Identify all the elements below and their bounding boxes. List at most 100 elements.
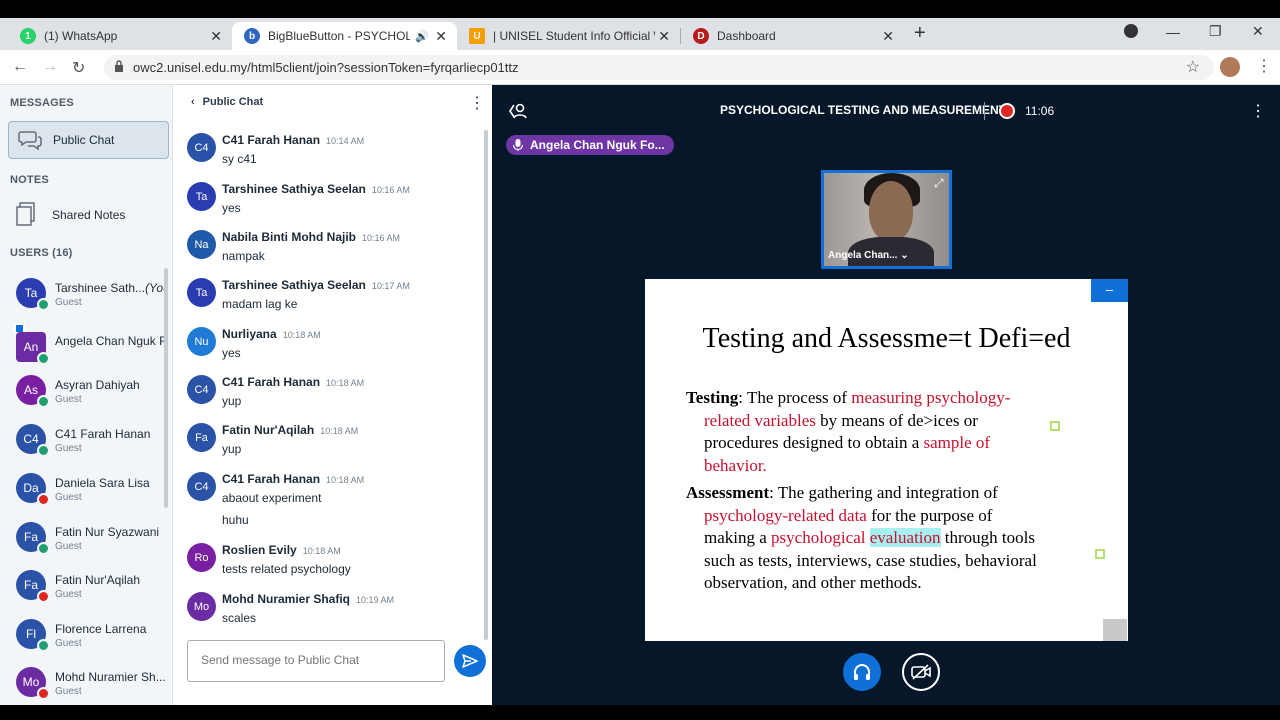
fit-to-width-icon[interactable] [1103, 619, 1127, 641]
back-icon[interactable]: ← [12, 58, 28, 76]
fullscreen-icon[interactable]: ⤢ [934, 176, 949, 190]
public-chat-item[interactable]: Public Chat [8, 121, 169, 159]
avatar: C4 [187, 133, 216, 162]
message-header: Roslien Evily 10:18 AM [222, 543, 341, 557]
audio-button[interactable] [843, 653, 881, 691]
options-menu-icon[interactable]: ⋮ [1250, 101, 1266, 121]
message-header: C41 Farah Hanan 10:18 AM [222, 375, 364, 389]
chat-scrollbar[interactable] [484, 130, 488, 640]
close-tab-icon[interactable]: ✕ [210, 28, 222, 45]
close-tab-icon[interactable]: ✕ [882, 28, 894, 45]
slide-text: : The process of [738, 388, 852, 407]
user-item[interactable]: Fl Florence Larrena Guest [0, 613, 166, 661]
slide-title: Testing and Assessme=t Defi=ed [702, 323, 1071, 354]
minimize-presentation-button[interactable]: − [1091, 279, 1128, 302]
avatar: C4 [187, 472, 216, 501]
meeting-title: PSYCHOLOGICAL TESTING AND MEASUREMENT [720, 103, 1007, 117]
public-chat-panel: ‹ Public Chat ⋮ C4 C41 Farah Hanan 10:14 A… [172, 85, 492, 705]
mic-muted-icon [37, 493, 50, 506]
bookmark-star-icon[interactable]: ☆ [1186, 57, 1200, 77]
user-item[interactable]: Ta Tarshinee Sath...(You) Guest [0, 272, 166, 320]
user-item[interactable]: As Asyran Dahiyah Guest [0, 369, 166, 417]
mic-status-icon [37, 639, 50, 652]
tab-whatsapp[interactable]: 1 (1) WhatsApp ✕ [8, 22, 232, 50]
minimize-icon[interactable]: — [1166, 24, 1180, 40]
slide-highlight-text: behavior. [704, 456, 767, 475]
recording-icon[interactable] [999, 103, 1015, 119]
slide-highlight-text: psychological [771, 528, 866, 547]
message-text: yes [222, 201, 241, 215]
sidebar-scrollbar[interactable] [164, 268, 168, 508]
toggle-userlist-icon[interactable] [508, 101, 528, 121]
send-message-button[interactable] [454, 645, 486, 677]
mic-status-icon [37, 542, 50, 555]
user-item[interactable]: An Angela Chan Nguk F... [0, 323, 166, 374]
slide-text: for the purpose of [866, 506, 993, 525]
avatar: Na [187, 230, 216, 259]
you-label: (You) [145, 281, 165, 295]
tab-bigbluebutton[interactable]: b BigBlueButton - PSYCHOLOGICAL TESTING … [232, 22, 457, 50]
tab-title: | UNISEL Student Info Official Website [493, 29, 655, 43]
user-name: Angela Chan Nguk F... [55, 334, 165, 348]
user-item[interactable]: C4 C41 Farah Hanan Guest [0, 418, 166, 466]
chat-options-icon[interactable]: ⋮ [469, 93, 485, 113]
user-name: Fatin Nur'Aqilah [55, 573, 140, 587]
webcam-name-label[interactable]: Angela Chan... ⌄ [828, 250, 909, 261]
chat-header[interactable]: ‹ Public Chat [191, 96, 263, 108]
url-text: owc2.unisel.edu.my/html5client/join?sess… [133, 60, 519, 75]
slide-line: related variables by means of de>ices or [704, 411, 978, 431]
user-item[interactable]: Fa Fatin Nur'Aqilah Guest [0, 564, 166, 612]
forward-icon[interactable]: → [42, 58, 58, 76]
tab-unisel[interactable]: U | UNISEL Student Info Official Website… [457, 22, 680, 50]
user-role: Guest [55, 686, 82, 697]
slide-text: : The gathering and integration of [769, 483, 998, 502]
restore-icon[interactable]: ❐ [1209, 23, 1222, 40]
avatar: Ta [187, 182, 216, 211]
user-item[interactable]: Da Daniela Sara Lisa Guest [0, 467, 166, 515]
shared-notes-label: Shared Notes [52, 208, 126, 222]
message-text: yes [222, 346, 241, 360]
url-field[interactable]: owc2.unisel.edu.my/html5client/join?sess… [104, 55, 1214, 80]
new-tab-icon[interactable]: + [914, 22, 926, 45]
slide-line: Assessment: The gathering and integratio… [686, 483, 998, 503]
chevron-left-icon: ‹ [191, 96, 195, 108]
avatar: C4 [187, 375, 216, 404]
sender-name: Roslien Evily [222, 543, 297, 557]
sender-name: Tarshinee Sathiya Seelan [222, 278, 366, 292]
close-window-icon[interactable]: ✕ [1252, 23, 1264, 40]
reload-icon[interactable]: ↻ [72, 58, 85, 78]
message-header: Fatin Nur'Aqilah 10:18 AM [222, 423, 358, 437]
message-text: sy c41 [222, 152, 257, 166]
profile-avatar[interactable] [1220, 57, 1240, 77]
browser-menu-icon[interactable]: ⋮ [1256, 56, 1272, 76]
tab-search-icon[interactable] [1124, 24, 1138, 38]
recording-time: 11:06 [1025, 104, 1055, 118]
video-button[interactable] [902, 653, 940, 691]
mic-status-icon [37, 395, 50, 408]
presentation-slide[interactable]: − Testing and Assessme=t Defi=ed Testing… [645, 279, 1128, 641]
chat-message-input[interactable] [188, 641, 418, 679]
chat-input-box[interactable] [187, 640, 445, 682]
avatar: Mo [187, 592, 216, 621]
close-tab-icon[interactable]: ✕ [435, 28, 447, 45]
user-item[interactable]: Fa Fatin Nur Syazwani Guest [0, 516, 166, 564]
user-role: Guest [55, 297, 82, 308]
message-time: 10:16 AM [371, 185, 410, 195]
slide-highlight-text: psychology-related data [704, 506, 867, 525]
webcam-video[interactable]: Angela Chan... ⌄ ⤢ [821, 170, 952, 269]
user-item[interactable]: Mo Mohd Nuramier Sh... Guest [0, 661, 166, 709]
tab-title: BigBlueButton - PSYCHOLOGICAL TESTING AN… [268, 29, 410, 43]
speaker-icon[interactable]: 🔊 [415, 30, 429, 43]
close-tab-icon[interactable]: ✕ [658, 28, 670, 45]
slide-line: psychology-related data for the purpose … [704, 506, 992, 526]
public-chat-label: Public Chat [53, 133, 115, 147]
notes-section-label: NOTES [10, 174, 49, 186]
tab-dashboard[interactable]: D Dashboard ✕ [681, 22, 904, 50]
sender-name: C41 Farah Hanan [222, 375, 321, 389]
message-time: 10:18 AM [320, 426, 359, 436]
messages-section-label: MESSAGES [10, 97, 74, 109]
message-header: Tarshinee Sathiya Seelan 10:17 AM [222, 278, 410, 292]
bigbluebutton-icon: b [244, 28, 260, 44]
talking-indicator[interactable]: Angela Chan Nguk Fo... [506, 135, 674, 155]
microphone-icon [512, 139, 524, 151]
